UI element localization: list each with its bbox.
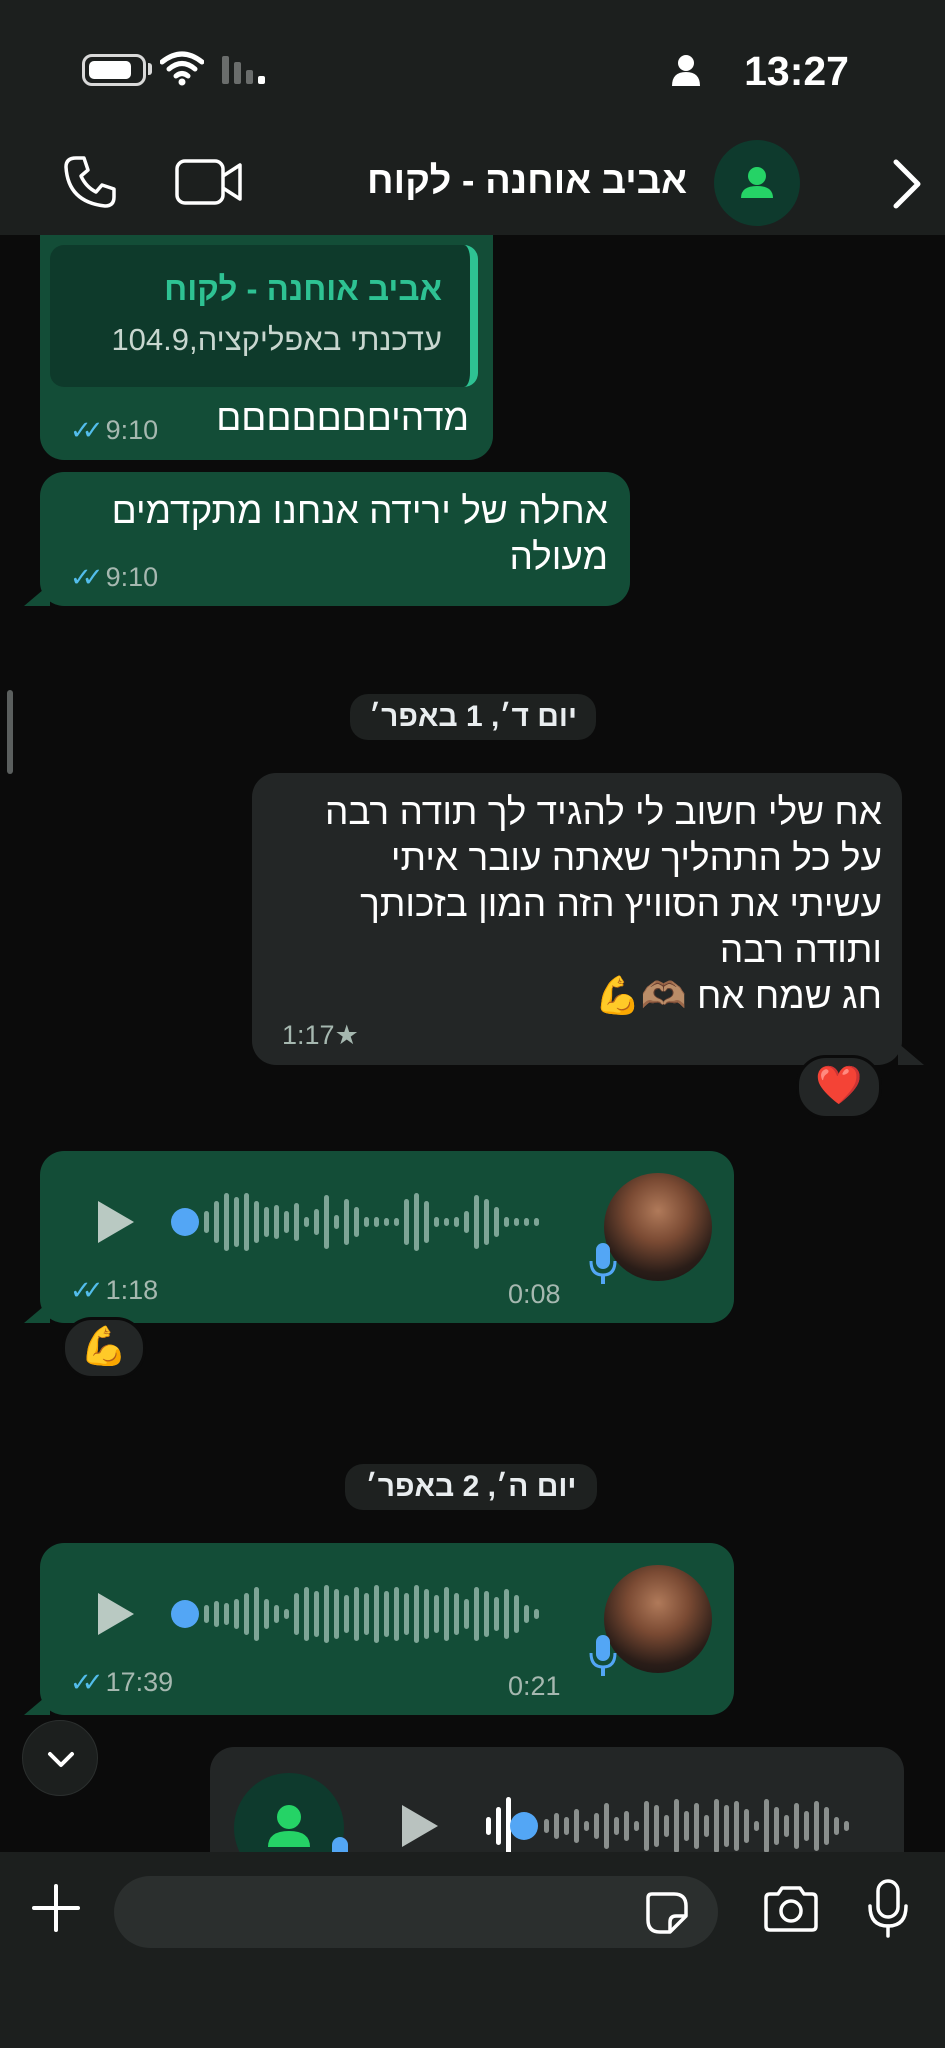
bubble-tail <box>898 1043 924 1065</box>
message-text-line: אחלה של ירידה אנחנו מתקדמים <box>111 490 608 531</box>
voice-message-bubble-outgoing[interactable] <box>210 1747 904 1852</box>
plus-icon[interactable] <box>30 1882 82 1934</box>
play-icon[interactable] <box>96 1199 136 1245</box>
read-ticks-icon: ✓✓ <box>70 415 103 445</box>
message-meta: ✓✓ 9:10 <box>70 415 158 446</box>
message-time: 1:17 <box>282 1020 335 1050</box>
message-time: 1:18 <box>105 1275 159 1305</box>
message-meta: ✓✓ 1:18 <box>70 1275 158 1306</box>
message-bubble-incoming[interactable]: אחלה של ירידה אנחנו מתקדמים מעולה ✓✓ 9:10 <box>40 472 630 606</box>
quoted-text: עדכנתי באפליקציה,104.9 <box>111 322 442 357</box>
reaction-badge[interactable]: ❤️ <box>796 1055 882 1119</box>
sticker-icon[interactable] <box>644 1890 690 1936</box>
voice-call-icon[interactable] <box>62 154 118 210</box>
video-call-icon[interactable] <box>174 158 244 206</box>
top-bar: 13:27 אביב אוחנה - לקוח <box>0 0 945 235</box>
camera-icon[interactable] <box>762 1884 820 1934</box>
message-time: 17:39 <box>105 1667 174 1697</box>
voice-duration: 0:08 <box>508 1279 561 1309</box>
cellular-signal-icon <box>222 56 265 84</box>
back-chevron-icon[interactable] <box>890 158 924 210</box>
person-icon <box>268 1805 310 1847</box>
sender-avatar[interactable] <box>234 1773 344 1852</box>
voice-message-bubble[interactable]: 0:21 ✓✓ 17:39 <box>40 1543 734 1715</box>
mic-icon <box>589 1243 617 1284</box>
bubble-tail <box>24 1301 50 1323</box>
contact-avatar[interactable] <box>714 140 800 226</box>
message-text-line: חג שמח אח 🫶🏽💪 <box>594 975 882 1016</box>
battery-icon <box>82 54 146 86</box>
message-text: מדהיםםםםםםם <box>216 397 469 438</box>
person-status-icon <box>672 55 700 86</box>
status-time: 13:27 <box>744 48 849 94</box>
sender-avatar[interactable] <box>604 1173 712 1281</box>
mic-icon[interactable] <box>866 1878 910 1940</box>
voice-duration: 0:21 <box>508 1671 561 1701</box>
bubble-tail <box>24 1693 50 1715</box>
message-input[interactable] <box>114 1876 718 1948</box>
play-icon[interactable] <box>96 1591 136 1637</box>
voice-waveform[interactable] <box>168 1579 568 1649</box>
message-composer <box>0 1852 945 2048</box>
message-time: 9:10 <box>105 415 159 445</box>
contact-name[interactable]: אביב אוחנה - לקוח <box>367 160 687 203</box>
quoted-sender: אביב אוחנה - לקוח <box>164 270 442 307</box>
status-bar: 13:27 <box>0 0 945 140</box>
scroll-to-bottom-button[interactable] <box>22 1720 98 1796</box>
message-text-line: עשיתי את הסוויץ הזה המון בזכותך <box>360 883 882 924</box>
message-text-line: מעולה <box>509 536 608 577</box>
message-meta: 1:17★ <box>282 1020 359 1051</box>
chat-messages[interactable]: אביב אוחנה - לקוח עדכנתי באפליקציה,104.9… <box>0 235 945 1852</box>
message-text-line: על כל התהליך שאתה עובר איתי <box>390 837 882 878</box>
chevron-down-icon <box>48 1752 74 1767</box>
wifi-icon <box>160 51 204 86</box>
read-ticks-icon: ✓✓ <box>70 562 103 592</box>
date-separator: יום ה׳, 2 באפר׳ <box>345 1464 597 1510</box>
scroll-indicator[interactable] <box>7 690 13 774</box>
date-separator: יום ד׳, 1 באפר׳ <box>350 694 596 740</box>
mic-icon <box>589 1635 617 1676</box>
read-ticks-icon: ✓✓ <box>70 1275 103 1305</box>
play-icon[interactable] <box>400 1803 440 1849</box>
message-bubble-incoming[interactable]: אביב אוחנה - לקוח עדכנתי באפליקציה,104.9… <box>40 235 493 460</box>
read-ticks-icon: ✓✓ <box>70 1667 103 1697</box>
person-icon <box>741 167 773 198</box>
reaction-badge[interactable]: 💪 <box>62 1317 146 1379</box>
message-time: 9:10 <box>105 562 159 592</box>
message-bubble-outgoing[interactable]: אח שלי חשוב לי להגיד לך תודה רבה על כל ה… <box>252 773 902 1065</box>
quoted-message[interactable]: אביב אוחנה - לקוח עדכנתי באפליקציה,104.9 <box>50 245 478 387</box>
message-meta: ✓✓ 17:39 <box>70 1667 173 1698</box>
mic-icon <box>332 1837 348 1852</box>
voice-waveform[interactable] <box>484 1791 884 1852</box>
voice-waveform[interactable] <box>168 1187 568 1257</box>
chat-header: אביב אוחנה - לקוח <box>0 140 945 235</box>
star-icon: ★ <box>334 1020 359 1050</box>
message-meta: ✓✓ 9:10 <box>70 562 158 593</box>
bubble-tail <box>24 584 50 606</box>
sender-avatar[interactable] <box>604 1565 712 1673</box>
message-text-line: אח שלי חשוב לי להגיד לך תודה רבה <box>324 791 882 832</box>
message-text-line: ותודה רבה <box>719 929 882 970</box>
battery-tip <box>148 63 152 75</box>
voice-message-bubble[interactable]: 0:08 ✓✓ 1:18 <box>40 1151 734 1323</box>
